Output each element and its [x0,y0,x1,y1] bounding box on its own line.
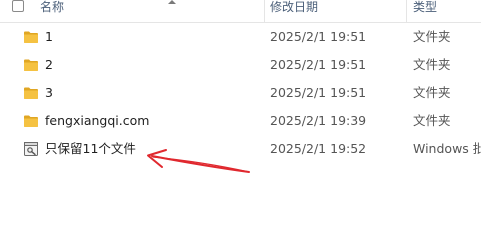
file-type: 文件夹 [413,113,451,128]
folder-icon [24,115,38,127]
type-header-label: 类型 [413,0,438,14]
batch-file-icon [24,142,38,156]
file-date: 2025/2/1 19:52 [270,141,367,156]
file-list-row[interactable]: 1 2025/2/1 19:51 文件夹 [0,23,481,51]
file-type: 文件夹 [413,85,451,100]
file-date: 2025/2/1 19:51 [270,57,367,72]
select-all-checkbox[interactable] [12,0,24,12]
file-type: Windows 批 [413,141,481,156]
folder-icon [24,31,38,43]
sort-ascending-icon [168,0,176,4]
type-column-header[interactable]: 类型 [406,0,481,22]
file-name: 2 [45,57,53,72]
file-type: 文件夹 [413,57,451,72]
date-header-label: 修改日期 [270,0,319,14]
folder-icon [24,87,38,99]
name-header-label: 名称 [40,0,65,14]
folder-icon [24,59,38,71]
file-list-row[interactable]: 3 2025/2/1 19:51 文件夹 [0,79,481,107]
column-header-bar: 名称 修改日期 类型 [0,0,481,23]
file-date: 2025/2/1 19:39 [270,113,367,128]
file-date: 2025/2/1 19:51 [270,85,367,100]
name-column-header[interactable]: 名称 [0,0,264,22]
date-column-header[interactable]: 修改日期 [264,0,406,22]
file-name: 1 [45,29,53,44]
file-list-row[interactable]: 2 2025/2/1 19:51 文件夹 [0,51,481,79]
file-date: 2025/2/1 19:51 [270,29,367,44]
file-type: 文件夹 [413,29,451,44]
file-name: 3 [45,85,53,100]
file-list-row[interactable]: 只保留11个文件 2025/2/1 19:52 Windows 批 [0,135,481,163]
file-name: 只保留11个文件 [45,141,136,156]
file-list-row[interactable]: fengxiangqi.com 2025/2/1 19:39 文件夹 [0,107,481,135]
file-name: fengxiangqi.com [45,113,150,128]
